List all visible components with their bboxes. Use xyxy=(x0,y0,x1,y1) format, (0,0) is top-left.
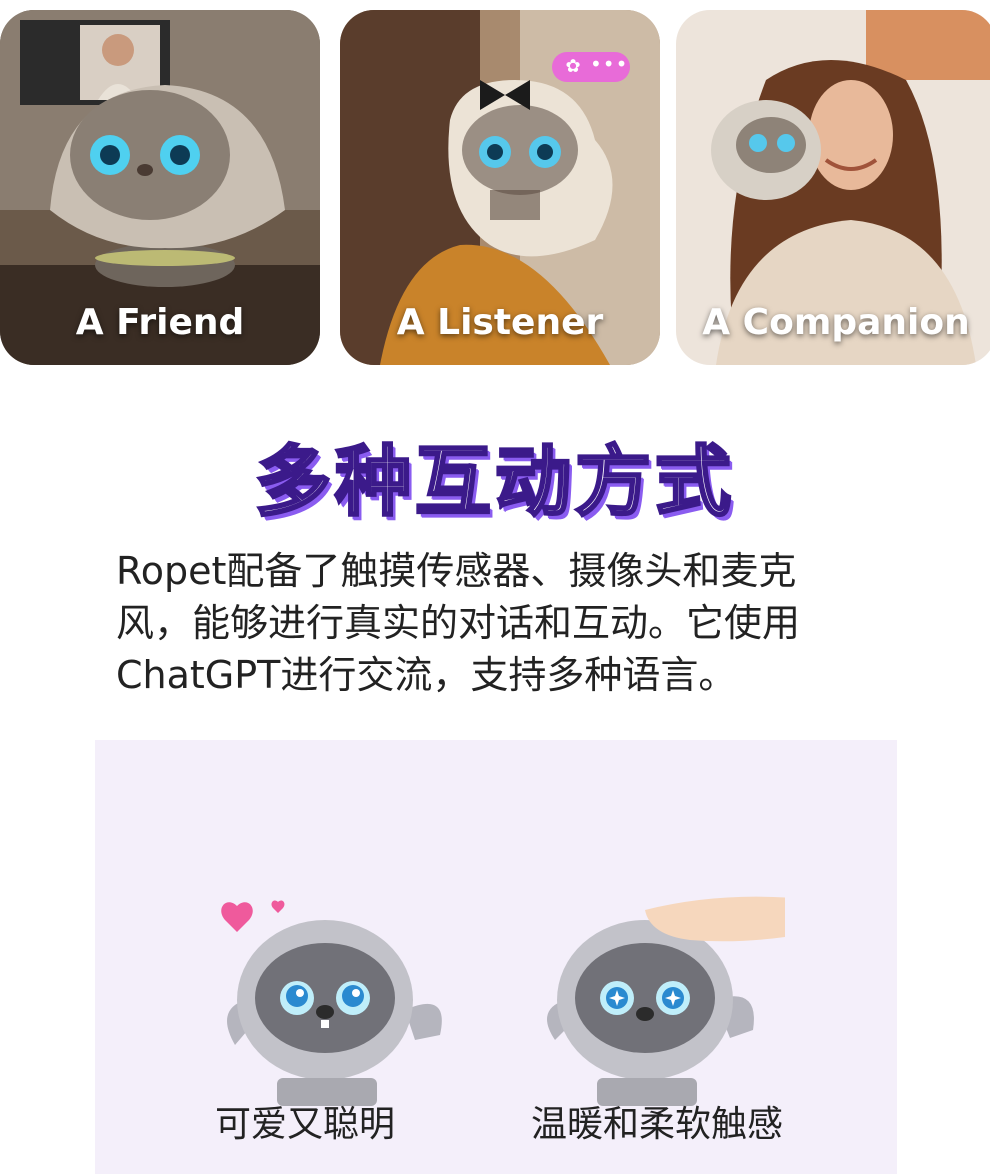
feature-label-soft: 温暖和柔软触感 xyxy=(530,1104,783,1145)
description: Ropet配备了触摸传感器、摄像头和麦克 风，能够进行真实的对话和互动。它使用 … xyxy=(116,545,856,701)
card-companion[interactable]: A Companion xyxy=(676,10,990,365)
feature-cards: A Friend ✿ ••• A Listener A Companion xyxy=(0,0,990,370)
feature-label-cute: 可爱又聪明 xyxy=(214,1104,395,1145)
description-line: 风，能够进行真实的对话和互动。它使用 xyxy=(116,601,801,645)
card-friend[interactable]: A Friend xyxy=(0,10,320,365)
robot-cute-illustration xyxy=(205,890,465,1120)
card-listener[interactable]: ✿ ••• A Listener xyxy=(340,10,660,365)
card-label-listener: A Listener xyxy=(396,302,604,343)
card-label-friend: A Friend xyxy=(75,302,245,343)
chatgpt-icon: ✿ xyxy=(565,56,581,77)
chat-bubble: ✿ ••• xyxy=(552,52,630,82)
headline: 多种互动方式 xyxy=(254,436,735,528)
features-panel: 可爱又聪明 温暖和柔软触感 xyxy=(95,740,897,1174)
card-label-companion: A Companion xyxy=(702,302,970,343)
description-line: ChatGPT进行交流，支持多种语言。 xyxy=(116,653,737,697)
typing-dots-icon: ••• xyxy=(590,52,629,76)
heart-icon xyxy=(221,900,285,932)
description-line: Ropet配备了触摸传感器、摄像头和麦克 xyxy=(116,549,797,593)
robot-soft-illustration xyxy=(525,890,825,1120)
